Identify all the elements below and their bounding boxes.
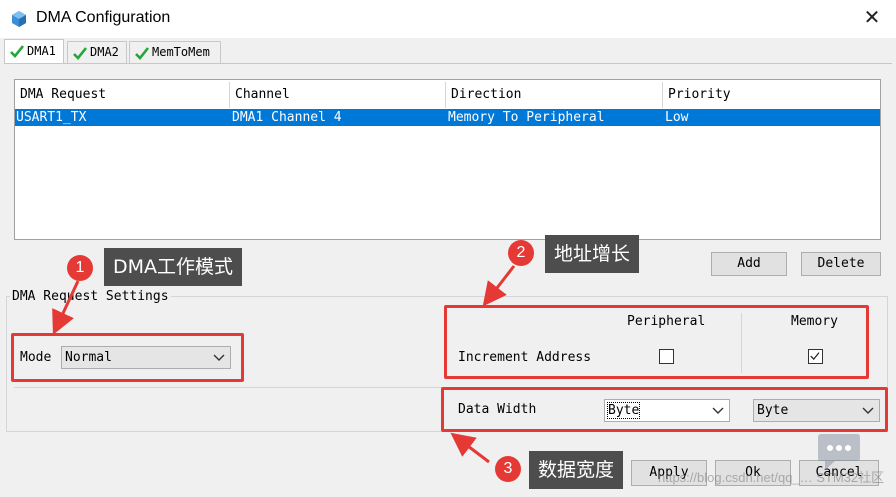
tab-check-icon bbox=[135, 47, 150, 60]
annotation-box-mode bbox=[11, 333, 244, 382]
window-title: DMA Configuration bbox=[36, 9, 171, 26]
annotation-box-data-width bbox=[441, 387, 888, 432]
annotation-badge-1: 1 bbox=[67, 255, 93, 281]
tab-dma1[interactable]: DMA1 bbox=[4, 39, 64, 63]
close-icon[interactable]: ✕ bbox=[858, 6, 886, 32]
table-header: DMA Request Channel Direction Priority bbox=[15, 82, 880, 108]
add-button[interactable]: Add bbox=[711, 252, 787, 276]
chat-bubble-icon bbox=[818, 434, 860, 470]
column-header-direction[interactable]: Direction bbox=[446, 82, 663, 108]
column-header-request[interactable]: DMA Request bbox=[15, 82, 230, 108]
annotation-badge-2: 2 bbox=[508, 240, 534, 266]
delete-button[interactable]: Delete bbox=[801, 252, 881, 276]
annotation-badge-3: 3 bbox=[495, 456, 521, 482]
tab-label: MemToMem bbox=[152, 45, 210, 59]
annotation-callout-3: 数据宽度 bbox=[529, 451, 624, 489]
cell-priority: Low bbox=[665, 110, 689, 125]
annotation-callout-2: 地址增长 bbox=[545, 235, 640, 273]
tab-dma2[interactable]: DMA2 bbox=[67, 41, 127, 63]
tab-check-icon bbox=[73, 47, 88, 60]
annotation-callout-1: DMA工作模式 bbox=[104, 248, 243, 286]
tab-label: DMA2 bbox=[90, 45, 119, 59]
cell-request: USART1_TX bbox=[16, 110, 87, 125]
tab-check-icon bbox=[10, 45, 25, 58]
annotation-box-increment bbox=[444, 305, 869, 379]
column-header-channel[interactable]: Channel bbox=[230, 82, 446, 108]
cell-channel: DMA1 Channel 4 bbox=[232, 110, 342, 125]
column-header-priority[interactable]: Priority bbox=[663, 82, 880, 108]
app-cube-icon bbox=[12, 11, 26, 27]
table-row[interactable]: USART1_TX DMA1 Channel 4 Memory To Perip… bbox=[15, 109, 880, 126]
group-label: DMA Request Settings bbox=[10, 289, 171, 304]
watermark-text: https://blog.csdn.net/qq_… STM32社区 bbox=[658, 470, 885, 485]
cell-direction: Memory To Peripheral bbox=[448, 110, 605, 125]
tab-memtomem[interactable]: MemToMem bbox=[129, 41, 221, 63]
tab-label: DMA1 bbox=[27, 44, 56, 58]
